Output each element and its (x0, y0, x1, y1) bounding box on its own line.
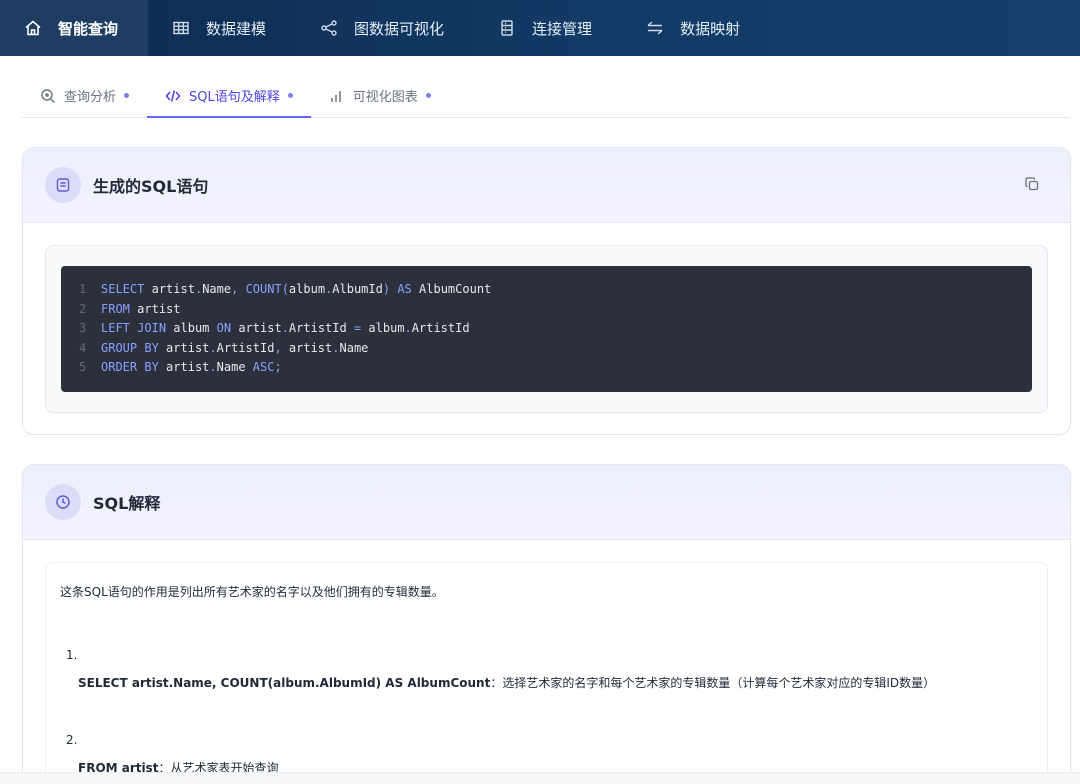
nav-item-label: 智能查询 (58, 19, 119, 38)
nav-item-data-modeling[interactable]: 数据建模 (148, 0, 296, 56)
sql-card-header: 生成的SQL语句 (23, 148, 1070, 223)
home-icon (24, 19, 42, 37)
tab-label: 查询分析 (64, 90, 117, 105)
code-container: 1 SELECT artist.Name, COUNT(album.AlbumId… (45, 245, 1048, 413)
zoom-in-icon (40, 88, 56, 104)
document-icon (45, 167, 81, 203)
tab-dot (124, 93, 130, 98)
explanation-card-header: SQL解释 (23, 465, 1070, 540)
code-line: 5 ORDER BY artist.Name ASC; (79, 358, 1014, 378)
tab-label: 可视化图表 (352, 90, 418, 105)
tab-query-analysis[interactable]: 查询分析 (22, 74, 147, 117)
code-line: 2 FROM artist (79, 300, 1014, 320)
step-number: 2. (66, 733, 78, 747)
nav-item-connection-management[interactable]: 连接管理 (474, 0, 622, 56)
line-number: 1 (79, 282, 87, 296)
swap-arrows-icon (646, 19, 664, 37)
line-number: 2 (79, 301, 87, 316)
nav-item-label: 数据映射 (680, 19, 741, 38)
copy-icon[interactable] (1024, 176, 1042, 194)
step-code: SELECT artist.Name, COUNT(album.AlbumId)… (78, 676, 491, 690)
tab-visual-chart[interactable]: 可视化图表 (311, 74, 449, 117)
sql-card: 生成的SQL语句 1 SELECT artist.Name, COUNT(albu… (22, 147, 1071, 435)
nav-item-label: 连接管理 (532, 19, 593, 38)
step-text: SELECT artist.Name, COUNT(album.AlbumId)… (78, 674, 1033, 691)
step-number: 1. (66, 648, 78, 662)
tab-dot (425, 93, 431, 98)
clock-icon (45, 484, 81, 520)
explanation-body: 这条SQL语句的作用是列出所有艺术家的名字以及他们拥有的专辑数量。 1. SEL… (45, 562, 1048, 783)
nav-item-smart-query[interactable]: 智能查询 (0, 0, 149, 56)
sql-card-title: 生成的SQL语句 (93, 177, 209, 196)
code-text: LEFT JOIN album ON artist.ArtistId = alb… (101, 321, 470, 335)
line-number: 4 (79, 340, 87, 355)
code-line: 1 SELECT artist.Name, COUNT(album.AlbumId… (79, 280, 1014, 300)
bar-chart-icon (329, 88, 345, 104)
tab-sql-explanation[interactable]: SQL语句及解释 (147, 74, 311, 118)
code-block[interactable]: 1 SELECT artist.Name, COUNT(album.AlbumId… (61, 266, 1032, 392)
bottom-bar (0, 772, 1080, 784)
table-icon (172, 19, 190, 37)
code-line: 4 GROUP BY artist.ArtistId, artist.Name (79, 339, 1014, 359)
top-nav: 智能查询 数据建模 图数据可视化 连接管理 数据映射 (0, 0, 1080, 56)
nav-item-graph-visualization[interactable]: 图数据可视化 (296, 0, 474, 56)
share-graph-icon (320, 19, 338, 37)
explanation-intro: 这条SQL语句的作用是列出所有艺术家的名字以及他们拥有的专辑数量。 (60, 585, 444, 599)
line-number: 3 (79, 321, 87, 335)
nav-item-label: 数据建模 (206, 19, 267, 38)
code-text: ORDER BY artist.Name ASC; (101, 360, 282, 374)
code-line: 3 LEFT JOIN album ON artist.ArtistId = al… (79, 319, 1014, 339)
code-text: FROM artist (101, 301, 181, 316)
explanation-card: SQL解释 这条SQL语句的作用是列出所有艺术家的名字以及他们拥有的专辑数量。 … (22, 464, 1071, 784)
step-description: ：选择艺术家的名字和每个艺术家的专辑数量（计算每个艺术家对应的专辑ID数量） (490, 676, 936, 690)
sub-tabs: 查询分析 SQL语句及解释 可视化图表 (22, 74, 1070, 118)
nav-item-label: 图数据可视化 (354, 19, 445, 38)
explanation-card-title: SQL解释 (93, 494, 161, 513)
tab-label: SQL语句及解释 (189, 90, 280, 105)
database-icon (498, 19, 516, 37)
line-number: 5 (79, 360, 87, 374)
nav-item-data-mapping[interactable]: 数据映射 (622, 0, 770, 56)
code-text: GROUP BY artist.ArtistId, artist.Name (101, 340, 369, 355)
code-text: SELECT artist.Name, COUNT(album.AlbumId)… (101, 282, 492, 296)
tab-dot (287, 93, 293, 98)
code-icon (165, 88, 181, 104)
